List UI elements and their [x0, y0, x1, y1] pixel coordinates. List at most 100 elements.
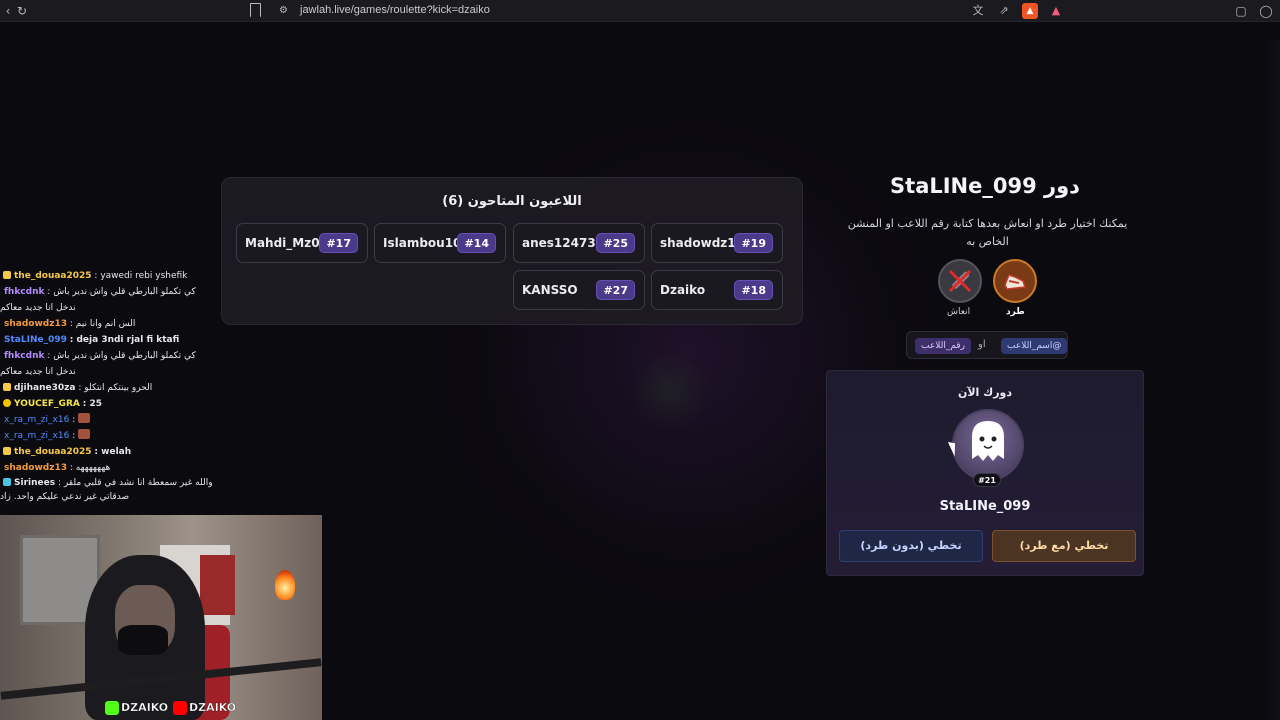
- chat-username: shadowdz13: [4, 319, 67, 329]
- player-number-badge: #17: [319, 233, 358, 253]
- coin-badge-icon: [3, 399, 11, 407]
- chat-text: : yawedi rebi yshefik: [94, 271, 188, 281]
- player-number-tag: رقم_اللاعب: [915, 338, 971, 354]
- translate-icon[interactable]: 文: [970, 3, 986, 19]
- player-name: anes12473: [522, 236, 596, 250]
- chat-username: djihane30za: [14, 383, 76, 393]
- share-icon[interactable]: ⇗: [996, 3, 1012, 19]
- chat-username: x_ra_m_zi_x16: [4, 431, 70, 441]
- chat-text: : welah: [94, 447, 132, 457]
- youtube-brand: DZAIKO: [173, 700, 236, 716]
- kick-label: طرد: [1006, 307, 1025, 317]
- stream-chat: the_douaa2025 : yawedi rebi yshefik fhkc…: [0, 268, 215, 506]
- chat-message: YOUCEF_GRA : 25: [0, 396, 215, 412]
- chat-text: : 25: [82, 399, 102, 409]
- or-label: او: [978, 339, 986, 350]
- player-card[interactable]: Mahdi_Mz08 #17: [236, 223, 368, 263]
- moderator-badge-icon: [3, 478, 11, 486]
- player-number-badge: #19: [734, 233, 773, 253]
- chat-message: fhkcdnk : كي تكملو البارطي قلي واش ندير …: [0, 348, 215, 380]
- chat-message: shadowdz13 : هههههههه: [0, 460, 215, 476]
- boot-icon: [1004, 274, 1027, 290]
- chat-text: :: [72, 415, 76, 425]
- page-edge: [1262, 40, 1280, 720]
- mention-hint: رقم_اللاعب او @اسم_اللاعب: [906, 331, 1068, 359]
- chat-message: fhkcdnk : كي تكملو البارطي قلي واش ندير …: [0, 284, 215, 316]
- kick-button[interactable]: [993, 259, 1037, 303]
- chat-username: fhkcdnk: [4, 287, 45, 297]
- chat-username: YOUCEF_GRA: [14, 399, 80, 409]
- stream-branding: DZAIKO DZAIKO: [105, 700, 240, 716]
- chat-message: x_ra_m_zi_x16 :: [0, 428, 215, 444]
- site-info-icon[interactable]: ⚙: [279, 5, 291, 17]
- chat-message: shadowdz13 : الس انم وانا نيم: [0, 316, 215, 332]
- skip-without-kick-button[interactable]: تخطي (بدون طرد): [839, 530, 983, 562]
- player-name: Dzaiko: [660, 283, 706, 297]
- your-turn-label: دورك الآن: [957, 386, 1013, 399]
- player-name-tag: @اسم_اللاعب: [1001, 338, 1068, 354]
- address-bar[interactable]: jawlah.live/games/roulette?kick=dzaiko: [300, 4, 490, 16]
- player-name: Islambou10: [383, 236, 462, 250]
- chat-text: : هههههههه: [69, 463, 111, 473]
- profile-icon[interactable]: ◯: [1258, 3, 1274, 19]
- chat-username: fhkcdnk: [4, 351, 45, 361]
- chat-text: : deja 3ndi rjal fi ktafi: [69, 335, 180, 345]
- turn-instructions: يمكنك اختيار طرد او انعاش بعدها كتابة رق…: [847, 217, 1128, 248]
- player-number-badge: #14: [457, 233, 496, 253]
- player-name: shadowdz13: [660, 236, 744, 250]
- chat-text: : الحرو بينتكم انتكلو: [78, 383, 153, 393]
- player-card[interactable]: anes12473 #25: [513, 223, 645, 263]
- revive-label: انعاش: [947, 307, 971, 317]
- players-panel-title: اللاعبون المتاحون (6): [442, 194, 582, 209]
- player-card[interactable]: shadowdz13 #19: [651, 223, 783, 263]
- subscriber-badge-icon: [3, 447, 11, 455]
- background-glow-green: [630, 350, 710, 430]
- chat-message: djihane30za : الحرو بينتكم انتكلو: [0, 380, 215, 396]
- emote-icon: [78, 429, 91, 439]
- sidebar-toggle-icon[interactable]: ▢: [1233, 3, 1249, 19]
- chat-message: Sirinees : والله غير سمعطة انا نشد في قل…: [0, 476, 215, 506]
- player-card[interactable]: Islambou10 #14: [374, 223, 506, 263]
- chat-username: StaLINe_099: [4, 335, 67, 345]
- player-card[interactable]: KANSSO #27: [513, 270, 645, 310]
- chat-username: the_douaa2025: [14, 271, 92, 281]
- reload-icon[interactable]: ↻: [14, 3, 30, 19]
- player-number-badge: #18: [734, 280, 773, 300]
- emote-icon: [78, 413, 91, 423]
- turn-title: دور StaLINe_099: [890, 174, 1080, 198]
- browser-toolbar: ‹ ↻ ⚙ jawlah.live/games/roulette?kick=dz…: [0, 0, 1280, 22]
- chat-text: : الس انم وانا نيم: [69, 319, 136, 329]
- webcam-overlay: [0, 515, 322, 720]
- subscriber-badge-icon: [3, 271, 11, 279]
- player-number-badge: #25: [596, 233, 635, 253]
- flame-lamp-icon: [275, 570, 295, 600]
- streamer-mask: [118, 625, 168, 655]
- revive-icon: [948, 269, 972, 293]
- current-player-name: StaLINe_099: [939, 499, 1031, 514]
- available-players-panel: اللاعبون المتاحون (6) Mahdi_Mz08 #17 Isl…: [221, 177, 803, 325]
- chat-message: the_douaa2025 : yawedi rebi yshefik: [0, 268, 215, 284]
- chat-message: the_douaa2025 : welah: [0, 444, 215, 460]
- webcam-poster-art: [200, 555, 235, 615]
- current-turn-card: دورك الآن #21 StaLINe_099 تخطي (مع طرد) …: [826, 370, 1144, 576]
- player-name: Mahdi_Mz08: [245, 236, 328, 250]
- chat-username: Sirinees: [14, 478, 56, 488]
- chat-username: shadowdz13: [4, 463, 67, 473]
- player-card[interactable]: Dzaiko #18: [651, 270, 783, 310]
- player-number-badge: #27: [596, 280, 635, 300]
- avatar: [952, 409, 1024, 481]
- chat-text: :: [72, 431, 76, 441]
- chat-username: the_douaa2025: [14, 447, 92, 457]
- player-number-badge: #21: [973, 473, 1001, 487]
- kick-brand: DZAIKO: [105, 700, 168, 716]
- ghost-avatar-icon: [972, 421, 1004, 461]
- revive-button[interactable]: [938, 259, 982, 303]
- subscriber-badge-icon: [3, 383, 11, 391]
- player-name: KANSSO: [522, 283, 578, 297]
- brave-rewards-icon[interactable]: ▲: [1048, 3, 1064, 19]
- chat-username: x_ra_m_zi_x16: [4, 415, 70, 425]
- skip-with-kick-button[interactable]: تخطي (مع طرد): [992, 530, 1136, 562]
- action-choices: انعاش طرد: [938, 259, 1038, 319]
- brave-shields-icon[interactable]: ▲: [1022, 3, 1038, 19]
- bookmark-icon[interactable]: [250, 3, 261, 17]
